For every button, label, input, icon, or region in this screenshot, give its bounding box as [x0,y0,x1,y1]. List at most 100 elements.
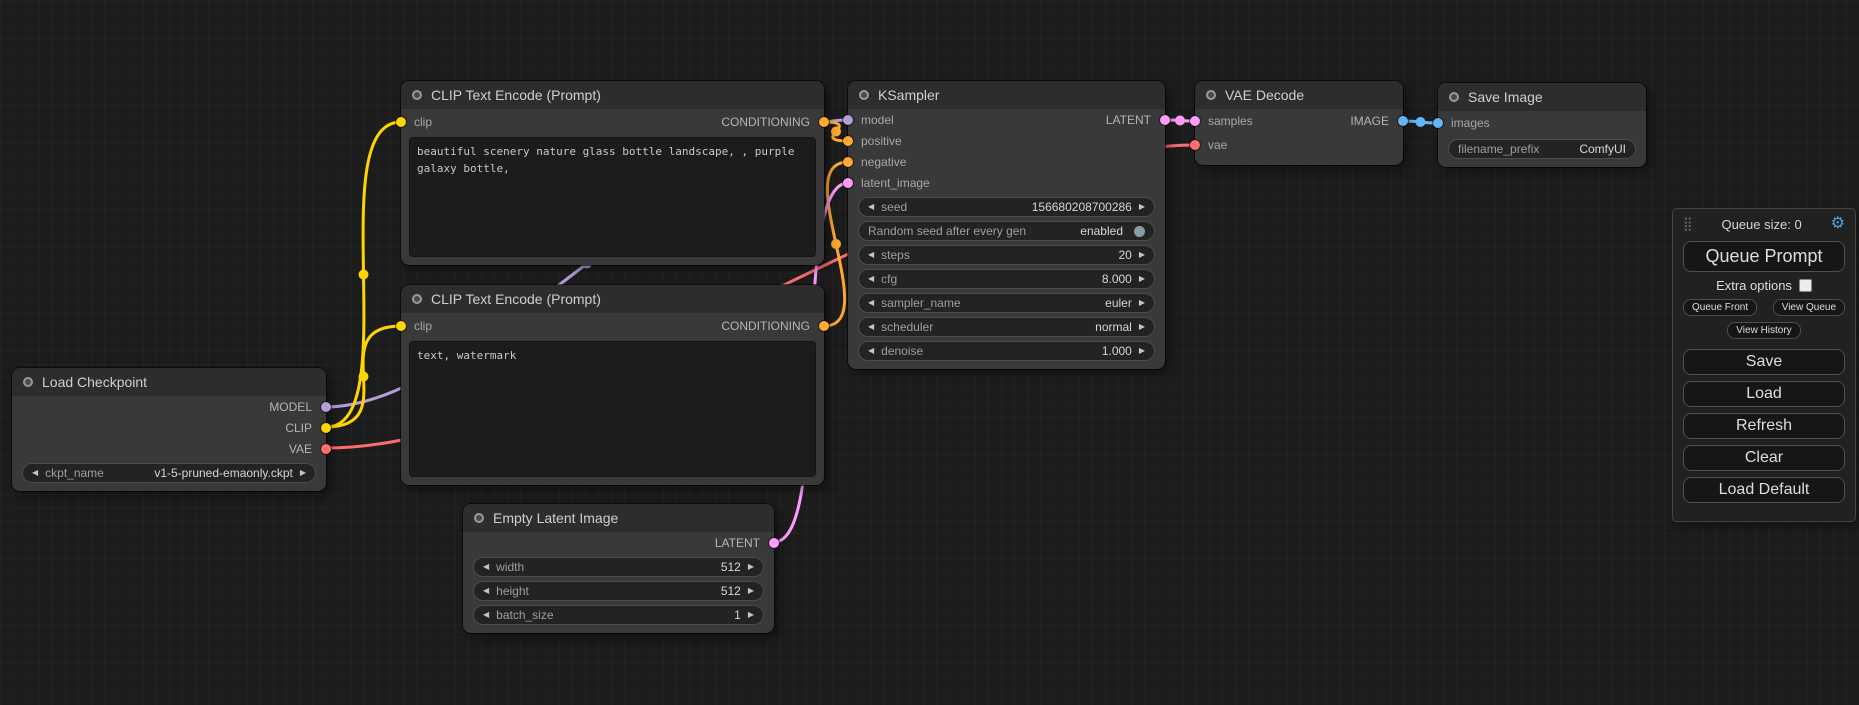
view-queue-button[interactable]: View Queue [1773,299,1845,316]
node-title: Save Image [1468,89,1543,105]
node-title-bar[interactable]: KSampler [848,81,1165,109]
decrement-arrow[interactable]: ◀ [483,611,489,619]
widget-width[interactable]: ◀ width 512 ▶ [473,557,764,577]
decrement-arrow[interactable]: ◀ [868,323,874,331]
increment-arrow[interactable]: ▶ [1139,299,1145,307]
increment-arrow[interactable]: ▶ [300,469,306,477]
collapse-dot[interactable] [1449,92,1459,102]
decrement-arrow[interactable]: ◀ [868,203,874,211]
node-empty-latent-image[interactable]: Empty Latent Image LATENT ◀ width 512 ▶ … [463,504,774,633]
output-port-vae[interactable] [321,444,331,454]
increment-arrow[interactable]: ▶ [1139,347,1145,355]
widget-value: normal [1095,320,1132,334]
queue-prompt-button[interactable]: Queue Prompt [1683,241,1845,272]
widget-name: batch_size [496,608,553,622]
slot-row: CLIP [12,417,326,438]
collapse-dot[interactable] [412,294,422,304]
input-port-images[interactable] [1433,118,1443,128]
increment-arrow[interactable]: ▶ [1139,251,1145,259]
widget-name: seed [881,200,907,214]
slot-row: clip CONDITIONING [401,109,824,135]
collapse-dot[interactable] [23,377,33,387]
output-port-conditioning[interactable] [819,117,829,127]
input-port-model[interactable] [843,115,853,125]
input-port-clip[interactable] [396,321,406,331]
widget-random-seed-toggle[interactable]: Random seed after every gen enabled [858,221,1155,241]
clear-button[interactable]: Clear [1683,445,1845,471]
widget-name: width [496,560,524,574]
widget-sampler-name[interactable]: ◀ sampler_name euler ▶ [858,293,1155,313]
node-title-bar[interactable]: Empty Latent Image [463,504,774,532]
input-port-latent-image[interactable] [843,178,853,188]
node-title-bar[interactable]: Load Checkpoint [12,368,326,396]
drag-handle-icon[interactable]: ⣿ [1683,216,1693,232]
widget-ckpt-name[interactable]: ◀ ckpt_name v1-5-pruned-emaonly.ckpt ▶ [22,463,316,483]
input-port-clip[interactable] [396,117,406,127]
positive-prompt-textarea[interactable]: beautiful scenery nature glass bottle la… [409,137,816,257]
increment-arrow[interactable]: ▶ [1139,323,1145,331]
link-midpoint-dot [831,239,841,249]
node-title-bar[interactable]: CLIP Text Encode (Prompt) [401,81,824,109]
node-clip-text-encode-negative[interactable]: CLIP Text Encode (Prompt) clip CONDITION… [401,285,824,485]
input-port-negative[interactable] [843,157,853,167]
output-port-clip[interactable] [321,423,331,433]
toggle-knob[interactable] [1134,226,1145,237]
increment-arrow[interactable]: ▶ [1139,275,1145,283]
collapse-dot[interactable] [859,90,869,100]
output-port-conditioning[interactable] [819,321,829,331]
widget-value: 20 [1118,248,1131,262]
widget-cfg[interactable]: ◀ cfg 8.000 ▶ [858,269,1155,289]
node-title-bar[interactable]: CLIP Text Encode (Prompt) [401,285,824,313]
input-port-positive[interactable] [843,136,853,146]
increment-arrow[interactable]: ▶ [1139,203,1145,211]
node-load-checkpoint[interactable]: Load Checkpoint MODEL CLIP VAE ◀ ckpt_na… [12,368,326,491]
output-port-image[interactable] [1398,116,1408,126]
widget-steps[interactable]: ◀ steps 20 ▶ [858,245,1155,265]
increment-arrow[interactable]: ▶ [748,587,754,595]
decrement-arrow[interactable]: ◀ [483,587,489,595]
load-button[interactable]: Load [1683,381,1845,407]
node-title-bar[interactable]: Save Image [1438,83,1646,111]
collapse-dot[interactable] [474,513,484,523]
widget-name: denoise [881,344,923,358]
decrement-arrow[interactable]: ◀ [868,347,874,355]
extra-options-checkbox[interactable] [1799,279,1812,292]
refresh-button[interactable]: Refresh [1683,413,1845,439]
node-clip-text-encode-positive[interactable]: CLIP Text Encode (Prompt) clip CONDITION… [401,81,824,265]
comfy-menu-panel: ⣿ Queue size: 0 ⚙ Queue Prompt Extra opt… [1672,208,1856,522]
node-title: KSampler [878,87,939,103]
decrement-arrow[interactable]: ◀ [868,251,874,259]
output-port-latent[interactable] [769,538,779,548]
slot-row: clip CONDITIONING [401,313,824,339]
negative-prompt-textarea[interactable]: text, watermark [409,341,816,477]
widget-batch-size[interactable]: ◀ batch_size 1 ▶ [473,605,764,625]
node-vae-decode[interactable]: VAE Decode samples IMAGE vae [1195,81,1403,165]
slot-row: LATENT [463,532,774,553]
input-port-samples[interactable] [1190,116,1200,126]
output-port-model[interactable] [321,402,331,412]
load-default-button[interactable]: Load Default [1683,477,1845,503]
queue-size-text: Queue size: [1721,217,1790,232]
increment-arrow[interactable]: ▶ [748,611,754,619]
widget-height[interactable]: ◀ height 512 ▶ [473,581,764,601]
decrement-arrow[interactable]: ◀ [483,563,489,571]
save-button[interactable]: Save [1683,349,1845,375]
collapse-dot[interactable] [412,90,422,100]
node-save-image[interactable]: Save Image images filename_prefix ComfyU… [1438,83,1646,167]
node-ksampler[interactable]: KSampler model LATENT positive negative … [848,81,1165,369]
view-history-button[interactable]: View History [1727,322,1800,339]
decrement-arrow[interactable]: ◀ [32,469,38,477]
input-port-vae[interactable] [1190,140,1200,150]
widget-filename-prefix[interactable]: filename_prefix ComfyUI [1448,139,1636,159]
widget-scheduler[interactable]: ◀ scheduler normal ▶ [858,317,1155,337]
decrement-arrow[interactable]: ◀ [868,275,874,283]
node-title-bar[interactable]: VAE Decode [1195,81,1403,109]
output-port-latent[interactable] [1160,115,1170,125]
collapse-dot[interactable] [1206,90,1216,100]
widget-seed[interactable]: ◀ seed 156680208700286 ▶ [858,197,1155,217]
decrement-arrow[interactable]: ◀ [868,299,874,307]
increment-arrow[interactable]: ▶ [748,563,754,571]
settings-gear-icon[interactable]: ⚙ [1831,216,1845,232]
queue-front-button[interactable]: Queue Front [1683,299,1757,316]
widget-denoise[interactable]: ◀ denoise 1.000 ▶ [858,341,1155,361]
